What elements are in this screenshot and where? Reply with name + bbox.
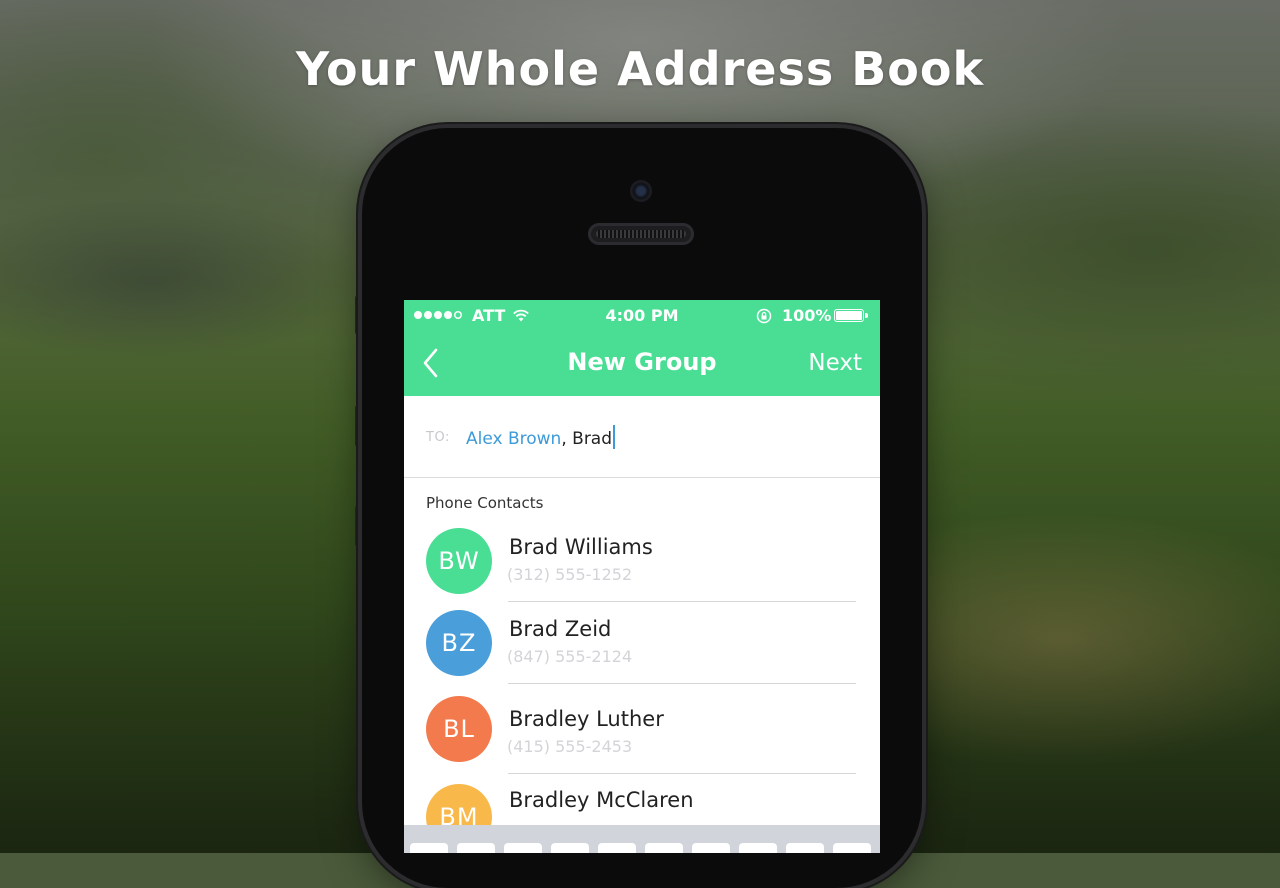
next-button[interactable]: Next xyxy=(808,350,862,376)
contact-name: Bradley McClaren xyxy=(509,788,694,812)
keyboard-key[interactable] xyxy=(739,843,777,853)
keyboard-key[interactable] xyxy=(551,843,589,853)
keyboard-key[interactable] xyxy=(645,843,683,853)
contact-phone: (312) 555-1252 xyxy=(507,565,633,584)
contact-phone: (415) 555-2453 xyxy=(507,737,633,756)
text-cursor xyxy=(613,425,616,449)
earpiece-speaker xyxy=(588,223,694,245)
recipients-field-row: TO: Alex Brown, Brad xyxy=(404,396,880,478)
contact-row[interactable]: BL Bradley Luther (415) 555-2453 xyxy=(404,696,880,784)
keyboard-key[interactable] xyxy=(786,843,824,853)
navigation-bar: New Group Next xyxy=(404,332,880,396)
recipients-input[interactable]: Alex Brown, Brad xyxy=(466,425,616,449)
recipient-token[interactable]: Alex Brown xyxy=(466,429,561,449)
contact-phone: (847) 555-2124 xyxy=(507,647,633,666)
contact-name: Brad Zeid xyxy=(509,617,612,641)
keyboard xyxy=(404,825,880,853)
rotation-lock-icon xyxy=(756,308,772,324)
keyboard-key[interactable] xyxy=(457,843,495,853)
keyboard-key[interactable] xyxy=(833,843,871,853)
divider xyxy=(508,773,856,774)
contact-avatar: BZ xyxy=(426,610,492,676)
keyboard-key[interactable] xyxy=(692,843,730,853)
battery-icon xyxy=(834,309,868,322)
status-bar: ATT 4:00 PM 100% xyxy=(404,300,880,332)
contact-row[interactable]: BW Brad Williams (312) 555-1252 xyxy=(404,528,880,616)
battery-percent: 100% xyxy=(782,306,832,325)
contact-avatar: BW xyxy=(426,528,492,594)
keyboard-key[interactable] xyxy=(598,843,636,853)
phone-screen: ATT 4:00 PM 100% New Group Next TO: Alex… xyxy=(404,300,880,853)
headline: Your Whole Address Book xyxy=(295,42,985,96)
recipient-separator: , xyxy=(561,429,567,449)
front-camera xyxy=(630,180,652,202)
divider xyxy=(508,601,856,602)
contact-name: Bradley Luther xyxy=(509,707,664,731)
typed-query: Brad xyxy=(572,429,613,449)
to-label: TO: xyxy=(426,430,450,445)
divider xyxy=(508,683,856,684)
keyboard-key[interactable] xyxy=(410,843,448,853)
contact-row[interactable]: BZ Brad Zeid (847) 555-2124 xyxy=(404,610,880,698)
contact-avatar: BL xyxy=(426,696,492,762)
contact-name: Brad Williams xyxy=(509,535,653,559)
keyboard-key[interactable] xyxy=(504,843,542,853)
section-header: Phone Contacts xyxy=(426,494,544,512)
